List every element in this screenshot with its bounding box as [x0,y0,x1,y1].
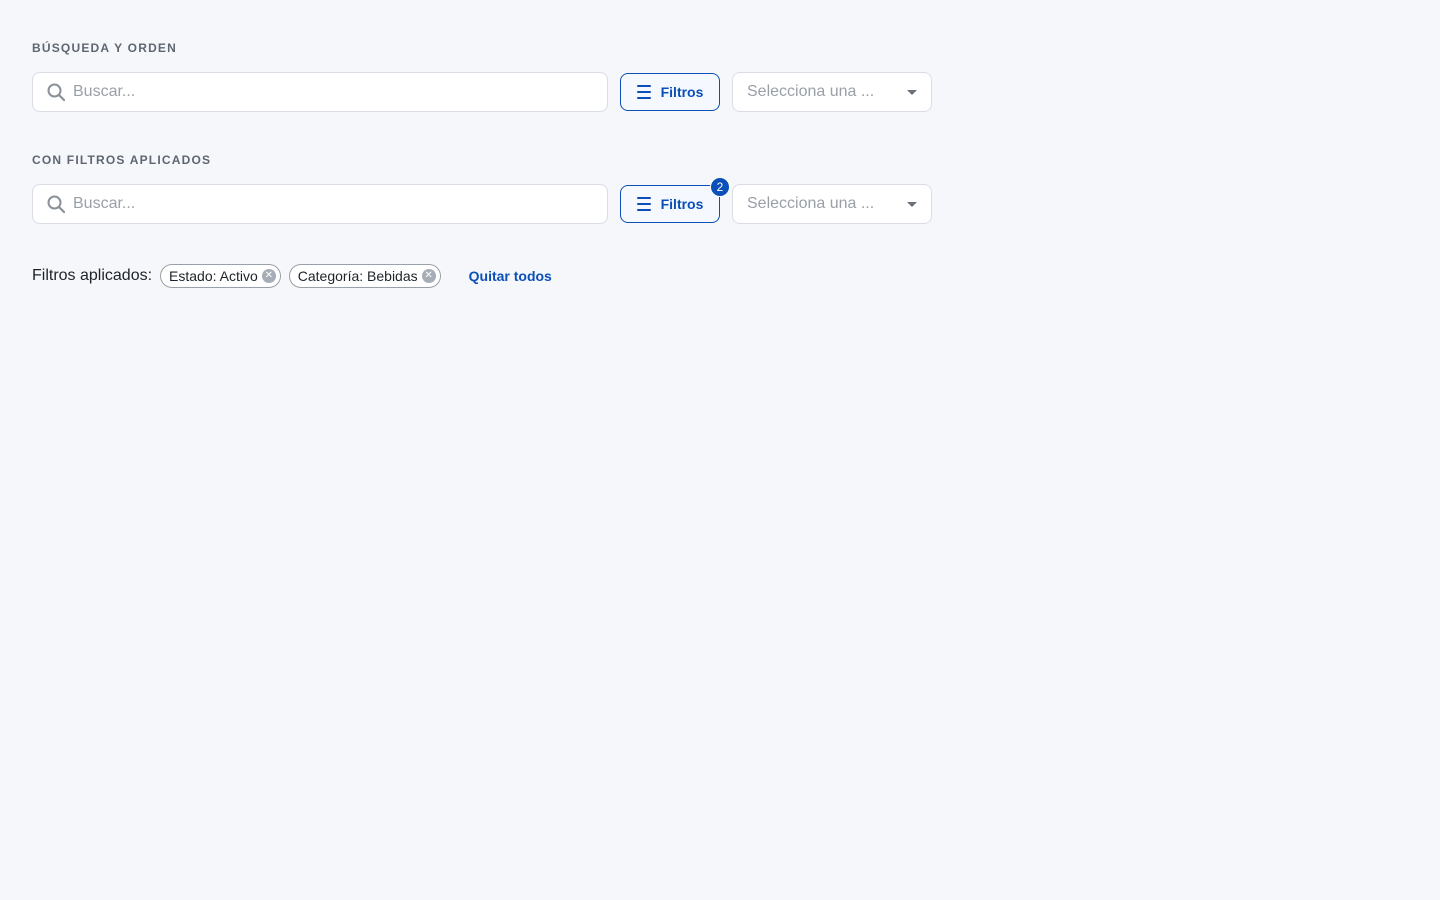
close-icon[interactable]: ✕ [421,269,436,283]
filter-chip-label: Categoría: Bebidas [297,268,418,284]
clear-all-filters-button[interactable]: Quitar todos [469,268,552,284]
applied-filters-row: Filtros aplicados: Estado: Activo ✕ Cate… [32,264,552,288]
filters-button[interactable]: Filtros [620,73,720,111]
toolbar-search-order: Filtros Selecciona una ... [32,72,932,112]
applied-filters-label: Filtros aplicados: [32,267,153,284]
sort-select[interactable]: Selecciona una ... [732,72,932,112]
filters-button-label: Filtros [660,84,704,100]
search-icon [45,193,67,215]
menu-icon [636,85,653,99]
chevron-down-icon [907,201,917,207]
filter-count-badge: 2 [710,177,730,197]
search-input[interactable] [73,73,595,111]
chevron-down-icon [907,89,917,95]
toolbar-applied-filters: Filtros 2 Selecciona una ... [32,177,932,224]
page: BÚSQUEDA Y ORDEN Filtros Selecciona una … [0,0,1440,900]
filter-chip-estado: Estado: Activo ✕ [160,264,281,288]
section-title-applied-filters: CON FILTROS APLICADOS [32,153,212,167]
menu-icon [636,197,653,211]
filter-chip-categoria: Categoría: Bebidas ✕ [288,264,441,288]
close-icon[interactable]: ✕ [261,269,276,283]
filters-button-label: Filtros [660,196,704,212]
filters-button[interactable]: Filtros 2 [620,177,730,223]
search-icon [45,81,67,103]
section-title-search-order: BÚSQUEDA Y ORDEN [32,41,178,55]
search-input[interactable] [73,185,595,223]
filter-chip-label: Estado: Activo [169,268,258,284]
sort-select-placeholder: Selecciona una ... [747,83,875,100]
search-box[interactable] [32,184,608,224]
sort-select-placeholder: Selecciona una ... [747,195,875,212]
sort-select[interactable]: Selecciona una ... [732,184,932,224]
search-box[interactable] [32,72,608,112]
